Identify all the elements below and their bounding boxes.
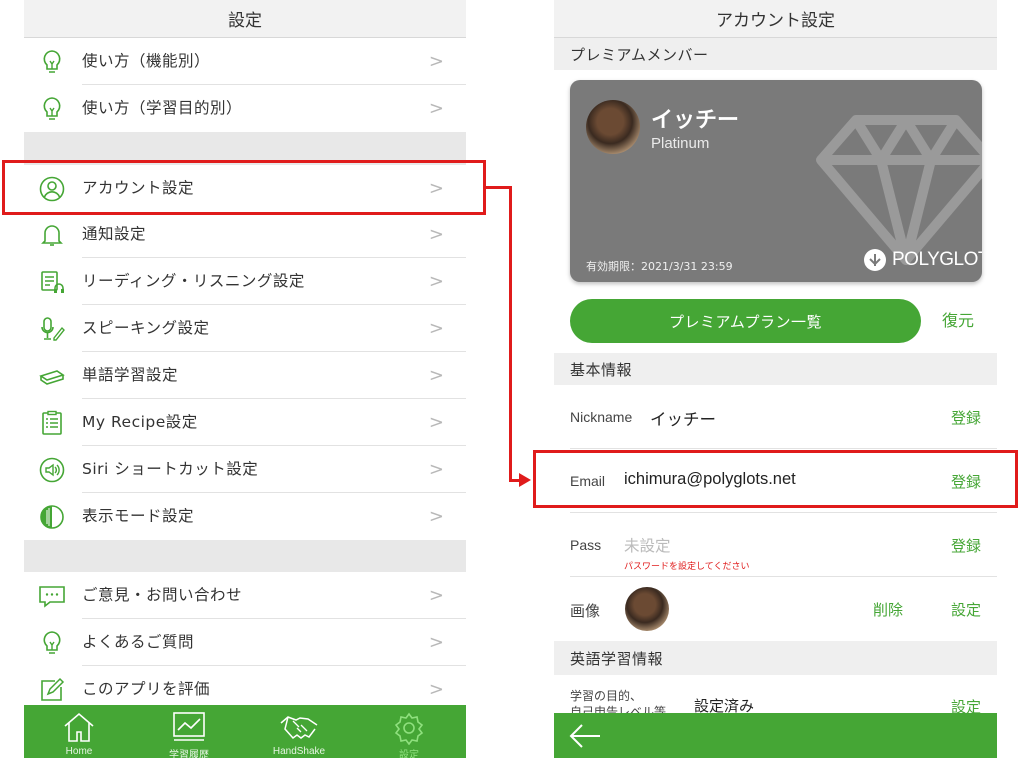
settings-row-feedback[interactable]: ご意見・お問い合わせ > [24, 572, 466, 619]
image-set-button[interactable]: 設定 [951, 599, 981, 620]
section-header-english: 英語学習情報 [554, 641, 997, 675]
profile-image[interactable] [625, 587, 669, 631]
section-header-premium: プレミアムメンバー [554, 38, 997, 70]
settings-row-howto-feature[interactable]: 使い方（機能別） > [24, 38, 466, 85]
edit-icon [38, 676, 66, 704]
chevron-right-icon: > [428, 365, 444, 386]
settings-row-speaking[interactable]: スピーキング設定 > [24, 305, 466, 352]
chevron-right-icon: > [428, 506, 444, 527]
home-icon [62, 711, 96, 747]
chevron-right-icon: > [428, 51, 444, 72]
speaker-icon [38, 456, 66, 484]
chevron-right-icon: > [428, 632, 444, 653]
settings-row-howto-purpose[interactable]: 使い方（学習目的別） > [24, 85, 466, 132]
row-label: My Recipe設定 [82, 413, 198, 431]
diamond-icon [816, 115, 982, 265]
chart-icon [172, 711, 206, 747]
chevron-right-icon: > [428, 318, 444, 339]
settings-row-my-recipe[interactable]: My Recipe設定 > [24, 399, 466, 446]
settings-row-display-mode[interactable]: 表示モード設定 > [24, 493, 466, 540]
clipboard-icon [38, 409, 66, 437]
row-label: 通知設定 [82, 225, 147, 243]
password-value[interactable]: 未設定 [624, 534, 671, 556]
settings-row-faq[interactable]: よくあるご質問 > [24, 619, 466, 666]
password-register-button[interactable]: 登録 [951, 535, 981, 556]
image-delete-button[interactable]: 削除 [873, 599, 903, 620]
reading-listening-icon [38, 268, 66, 296]
tab-label: 設定 [399, 750, 419, 758]
row-label: スピーキング設定 [82, 319, 210, 337]
password-hint: パスワードを設定してください [624, 562, 750, 572]
display-mode-icon [38, 503, 66, 531]
learning-info-row: 学習の目的、 自己申告レベル等 設定済み 設定 [554, 675, 997, 719]
field-label: 画像 [570, 603, 601, 620]
row-label: よくあるご質問 [82, 633, 195, 651]
lightbulb-icon [38, 48, 66, 76]
brand-name: POLYGLOTS [892, 249, 982, 270]
gear-icon [392, 711, 426, 749]
nickname-value[interactable]: イッチー [650, 406, 716, 430]
chevron-right-icon: > [428, 412, 444, 433]
row-label: 単語学習設定 [82, 366, 179, 384]
chevron-right-icon: > [428, 585, 444, 606]
chevron-right-icon: > [428, 271, 444, 292]
bell-icon [38, 221, 66, 249]
connector-arrow-icon [519, 473, 531, 487]
member-name: イッチー [651, 108, 740, 133]
image-row: 画像 削除 設定 [554, 577, 997, 641]
settings-row-notification[interactable]: 通知設定 > [24, 211, 466, 258]
microphone-icon [38, 315, 66, 343]
lightbulb-icon [38, 95, 66, 123]
polyglots-logo-icon [864, 249, 886, 271]
expiry-date: 有効期限：2021/3/31 23:59 [586, 260, 733, 273]
restore-button[interactable]: 復元 [942, 299, 974, 343]
row-label: 表示モード設定 [82, 507, 195, 525]
premium-plans-button[interactable]: プレミアムプラン一覧 [570, 299, 921, 343]
row-label: ご意見・お問い合わせ [82, 586, 243, 604]
brand-logo: POLYGLOTS [864, 249, 982, 271]
section-header-basic: 基本情報 [554, 353, 997, 385]
tab-home[interactable]: Home [24, 705, 134, 758]
settings-row-reading-listening[interactable]: リーディング・リスニング設定 > [24, 258, 466, 305]
lightbulb-icon [38, 629, 66, 657]
handshake-icon [279, 711, 319, 747]
row-label: 使い方（学習目的別） [82, 99, 243, 117]
member-plan: Platinum [651, 135, 710, 152]
chevron-right-icon: > [428, 459, 444, 480]
tab-label: 学習履歴 [169, 750, 209, 758]
back-arrow-icon[interactable] [568, 721, 602, 755]
tab-bar: Home 学習履歴 HandShake 設定 [24, 705, 466, 758]
settings-screen: 設定 使い方（機能別） > 使い方（学習目的別） > アカウント設定 > 通知設… [24, 0, 466, 758]
nav-title: アカウント設定 [554, 0, 997, 38]
settings-row-siri-shortcut[interactable]: Siri ショートカット設定 > [24, 446, 466, 493]
chat-bubble-icon [38, 582, 66, 610]
nickname-register-button[interactable]: 登録 [951, 407, 981, 428]
row-label: 使い方（機能別） [82, 52, 211, 70]
highlight-box-email-row [533, 450, 1018, 508]
avatar [586, 100, 640, 154]
account-settings-screen: アカウント設定 プレミアムメンバー イッチー Platinum 有効期限：202… [554, 0, 997, 758]
connector-line [509, 186, 512, 482]
tab-settings[interactable]: 設定 [354, 705, 464, 758]
tab-handshake[interactable]: HandShake [244, 705, 354, 758]
settings-row-word-study[interactable]: 単語学習設定 > [24, 352, 466, 399]
field-label: Nickname [570, 409, 633, 425]
section-divider [24, 540, 466, 572]
nickname-row: Nickname イッチー 登録 [554, 385, 997, 449]
membership-card: イッチー Platinum 有効期限：2021/3/31 23:59 POLYG… [570, 80, 982, 282]
highlight-box-account-row [2, 160, 486, 215]
bottom-bar [554, 713, 997, 758]
row-label: リーディング・リスニング設定 [82, 272, 305, 290]
chevron-right-icon: > [428, 224, 444, 245]
row-label: Siri ショートカット設定 [82, 460, 259, 478]
nav-title: 設定 [24, 0, 466, 38]
tab-label: Home [65, 746, 93, 757]
tab-label: HandShake [272, 746, 326, 757]
chevron-right-icon: > [428, 98, 444, 119]
field-label: 学習の目的、 [570, 689, 643, 703]
field-label: Pass [570, 537, 602, 553]
word-cards-icon [38, 362, 66, 390]
tab-history[interactable]: 学習履歴 [134, 705, 244, 758]
password-row: Pass 未設定 パスワードを設定してください 登録 [554, 513, 997, 577]
